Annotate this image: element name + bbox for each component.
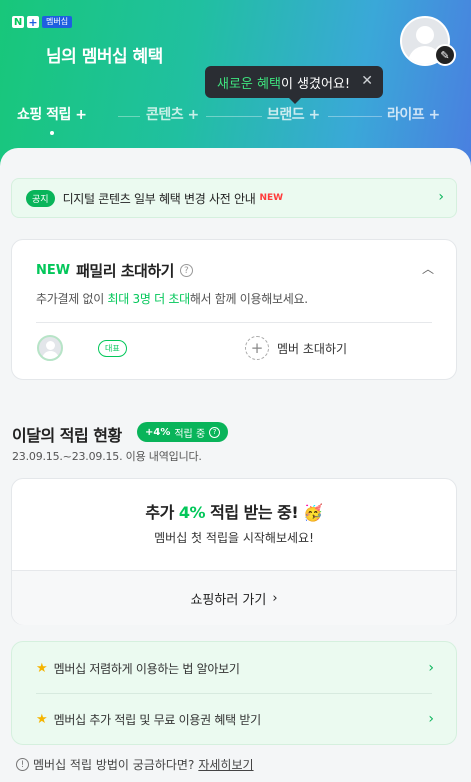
tab-life[interactable]: 라이프 + [387, 104, 440, 124]
family-description: 추가결제 없이 최대 3명 더 초대해서 함께 이용해보세요. [36, 290, 308, 307]
representative-badge: 대표 [98, 340, 127, 357]
help-icon[interactable]: ? [179, 264, 193, 277]
tab-label: 쇼핑 적립 [17, 107, 71, 123]
chevron-right-icon: › [272, 590, 278, 606]
tooltip-text: 이 생겼어요! [280, 76, 351, 92]
earning-status-card: 추가 4% 적립 받는 중! 🥳 멤버십 첫 적립을 시작해보세요! 쇼핑하러 … [11, 478, 457, 625]
desc-text: 해서 함께 이용해보세요. [189, 292, 308, 306]
new-label: NEW [36, 263, 71, 278]
plus-icon: + [27, 15, 39, 29]
tip-label: 멤버십 저렴하게 이용하는 법 알아보기 [53, 661, 240, 676]
details-link[interactable]: 자세히보기 [198, 756, 253, 773]
tab-divider [206, 116, 262, 117]
plus-icon: + [75, 107, 87, 123]
headline-pct: 4% [178, 503, 206, 522]
active-tab-indicator [50, 131, 54, 135]
tab-content[interactable]: 콘텐츠 + [146, 104, 199, 124]
desc-text: 추가결제 없이 [36, 292, 108, 306]
member-avatar [37, 335, 63, 361]
tab-divider [328, 116, 382, 117]
go-shopping-label: 쇼핑하러 가기 [190, 592, 267, 608]
help-row: ! 멤버십 적립 방법이 궁금하다면? 자세히보기 [16, 756, 254, 773]
tips-card: ★ 멤버십 저렴하게 이용하는 법 알아보기 › ★ 멤버십 추가 적립 및 무… [11, 641, 457, 745]
naver-plus-logo: N + 멤버십 [12, 15, 73, 29]
party-face-icon: 🥳 [303, 503, 323, 522]
notice-tag: 공지 [26, 189, 55, 207]
edit-profile-icon[interactable]: ✎ [434, 44, 456, 66]
earning-headline: 추가 4% 적립 받는 중! 🥳 [12, 499, 456, 523]
go-shopping-button[interactable]: 쇼핑하러 가기 › [12, 570, 456, 625]
tip-item[interactable]: ★ 멤버십 추가 적립 및 무료 이용권 혜택 받기 › [12, 694, 456, 744]
chevron-right-icon: › [428, 711, 434, 727]
plus-icon: + [308, 107, 321, 123]
tab-label: 라이프 [387, 107, 425, 123]
star-icon: ★ [36, 660, 48, 676]
benefit-tabs: 쇼핑 적립 + 콘텐츠 + 브랜드 + 라이프 + [0, 98, 471, 134]
new-badge: NEW [259, 193, 284, 203]
earning-rate-badge: +4% 적립 중 ? [137, 422, 229, 442]
headline-text: 적립 받는 중! [205, 503, 299, 522]
notice-text: 디지털 콘텐츠 일부 혜택 변경 사전 안내 [62, 191, 256, 206]
help-icon[interactable]: ? [209, 426, 221, 438]
tooltip-highlight: 새로운 혜택 [217, 76, 281, 92]
new-benefit-tooltip: 새로운 혜택 이 생겼어요! ✕ [205, 66, 383, 104]
tab-divider [118, 116, 140, 117]
tab-label: 콘텐츠 [146, 107, 184, 123]
chevron-right-icon: › [438, 189, 444, 205]
desc-highlight: 최대 3명 더 초대 [107, 292, 190, 306]
family-invite-card: NEW 패밀리 초대하기 ? ︿ 추가결제 없이 최대 3명 더 초대해서 함께… [11, 239, 457, 380]
divider [36, 322, 432, 323]
membership-badge: 멤버십 [42, 16, 73, 28]
naver-n-icon: N [12, 16, 24, 28]
headline-text: 추가 [145, 503, 179, 522]
chevron-right-icon: › [428, 660, 434, 676]
close-icon[interactable]: ✕ [361, 73, 373, 89]
family-header: NEW 패밀리 초대하기 ? [36, 260, 193, 281]
info-icon: ! [16, 758, 29, 771]
plus-icon: + [428, 107, 441, 123]
tip-item[interactable]: ★ 멤버십 저렴하게 이용하는 법 알아보기 › [12, 643, 456, 693]
tip-label: 멤버십 추가 적립 및 무료 이용권 혜택 받기 [53, 712, 261, 727]
earning-rate: +4% [145, 426, 171, 438]
earning-rate-label: 적립 중 [174, 428, 206, 440]
help-text: 멤버십 적립 방법이 궁금하다면? [33, 758, 195, 772]
add-member-icon[interactable]: + [245, 336, 269, 360]
monthly-earnings-title: 이달의 적립 현황 [12, 426, 122, 445]
notice-banner[interactable]: 공지 디지털 콘텐츠 일부 혜택 변경 사전 안내 NEW › [11, 178, 457, 218]
page-title: 님의 멤버십 혜택 [46, 47, 163, 67]
tab-shopping[interactable]: 쇼핑 적립 + [17, 104, 87, 124]
header-banner: N + 멤버십 님의 멤버십 혜택 ✎ 새로운 혜택 이 생겼어요! ✕ 쇼핑 … [0, 0, 471, 170]
tab-brand[interactable]: 브랜드 + [267, 104, 320, 124]
tab-label: 브랜드 [267, 107, 305, 123]
invite-member-button[interactable]: 멤버 초대하기 [277, 340, 347, 357]
chevron-up-icon[interactable]: ︿ [422, 260, 434, 277]
plus-icon: + [187, 107, 200, 123]
family-title: 패밀리 초대하기 [76, 262, 174, 280]
earning-subtext: 멤버십 첫 적립을 시작해보세요! [154, 531, 314, 545]
star-icon: ★ [36, 711, 48, 727]
usage-period: 23.09.15.~23.09.15. 이용 내역입니다. [12, 450, 202, 463]
